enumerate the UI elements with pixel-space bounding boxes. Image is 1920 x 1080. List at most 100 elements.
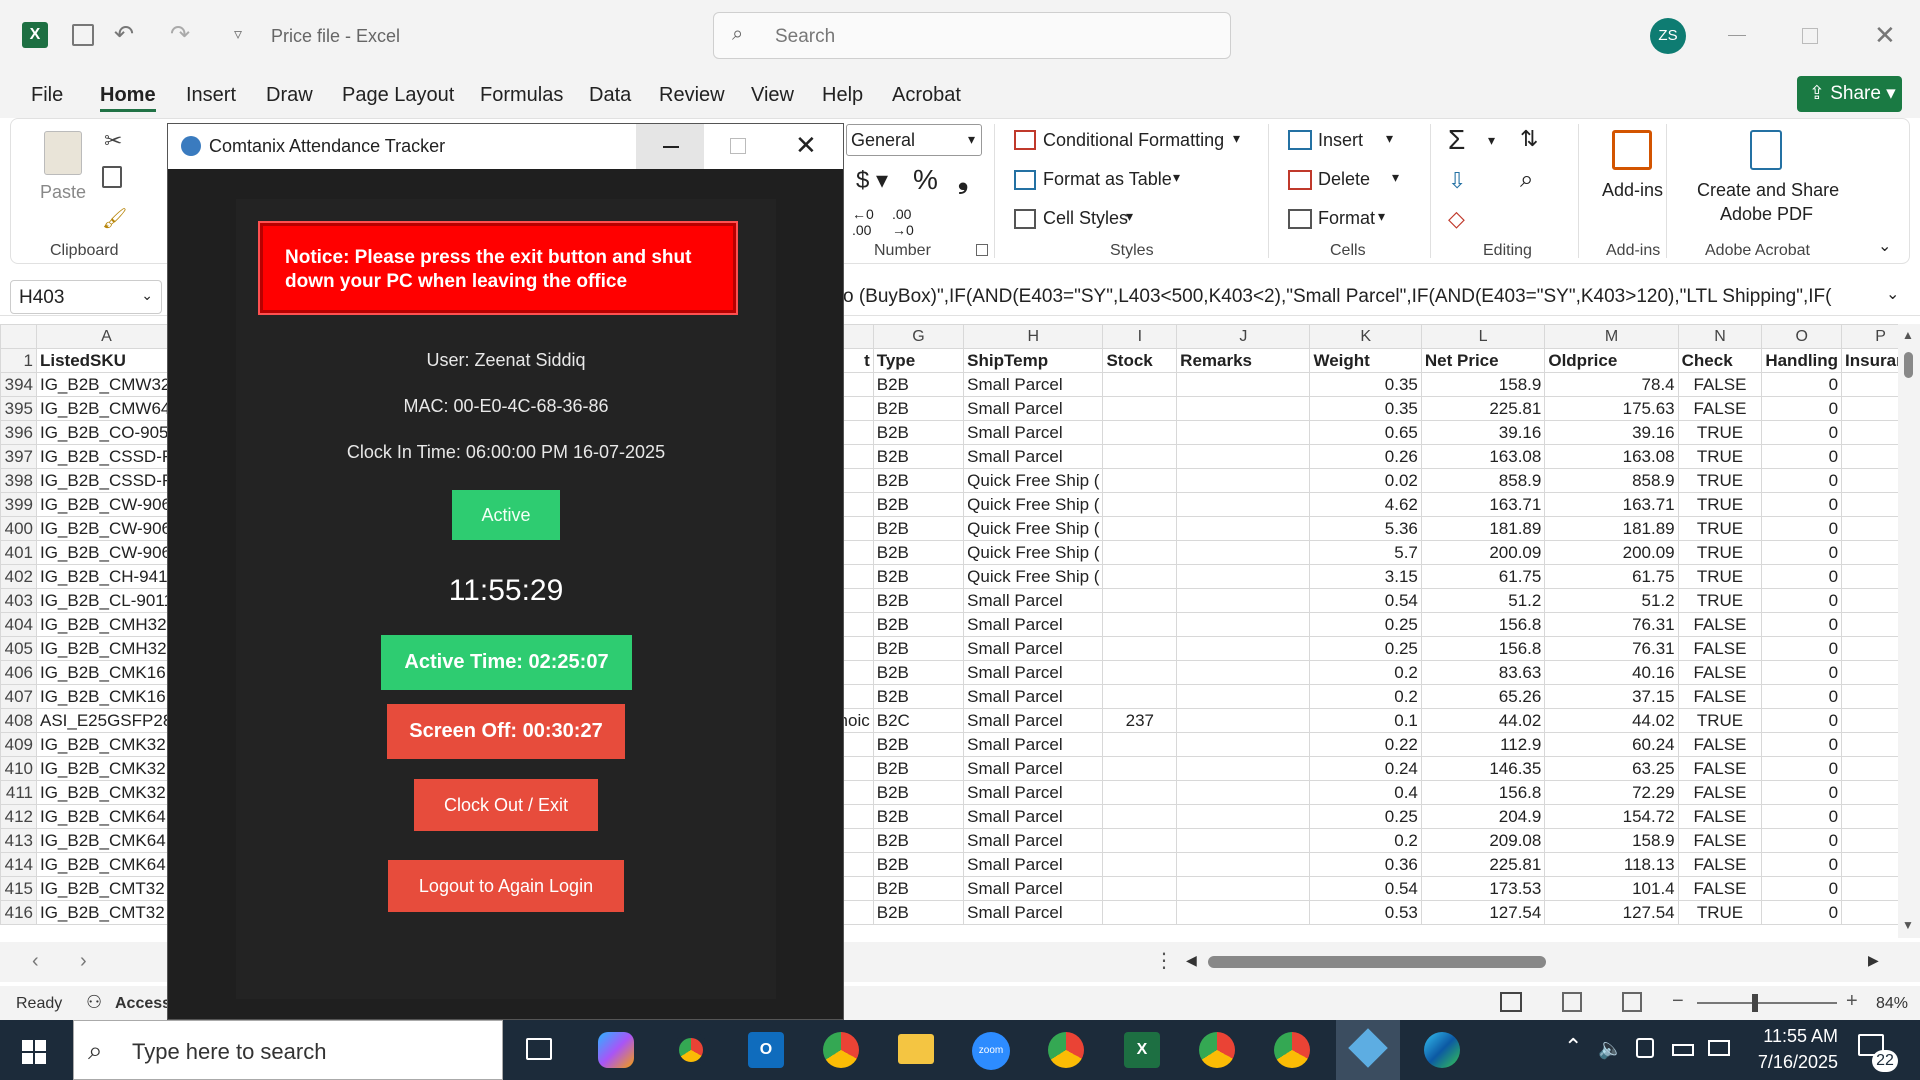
- cell-weight[interactable]: 0.2: [1309, 660, 1422, 685]
- column-header-j[interactable]: J: [1176, 324, 1311, 349]
- cell-oldprice[interactable]: 60.24: [1544, 732, 1679, 757]
- cell-handling[interactable]: 0: [1761, 444, 1843, 469]
- cell-listed-sku[interactable]: IG_B2B_CMK16: [35, 684, 177, 709]
- row-header[interactable]: 394: [0, 372, 37, 397]
- cell-remarks[interactable]: [1176, 852, 1311, 877]
- vertical-scroll-thumb[interactable]: [1904, 352, 1913, 378]
- cell-oldprice[interactable]: 163.71: [1544, 492, 1679, 517]
- scroll-right-icon[interactable]: ▶: [1868, 952, 1879, 969]
- cell-weight[interactable]: 0.36: [1309, 852, 1422, 877]
- dialog-title-bar[interactable]: Comtanix Attendance Tracker ✕: [168, 124, 843, 169]
- format-painter-icon[interactable]: 🖌: [102, 206, 127, 231]
- cell-listed-sku[interactable]: IG_B2B_CW-906: [35, 492, 177, 517]
- cell-ship-temp[interactable]: Small Parcel: [963, 804, 1104, 829]
- cell-listed-sku[interactable]: IG_B2B_CMK32: [35, 756, 177, 781]
- table-header-cell[interactable]: Stock: [1102, 348, 1178, 373]
- cell-stock[interactable]: [1102, 636, 1178, 661]
- more-options-icon[interactable]: ⋮: [1154, 948, 1174, 973]
- cell-weight[interactable]: 0.1: [1309, 708, 1422, 733]
- show-hidden-icons-icon[interactable]: ⌃: [1564, 1034, 1582, 1060]
- cell-net-price[interactable]: 146.35: [1420, 756, 1546, 781]
- accessibility-icon[interactable]: ⚇: [86, 992, 102, 1013]
- cell-handling[interactable]: 0: [1761, 396, 1843, 421]
- cell-weight[interactable]: 0.35: [1309, 372, 1422, 397]
- number-format-select[interactable]: General ▾: [846, 124, 982, 156]
- column-header-g[interactable]: G: [872, 324, 965, 349]
- cell-handling[interactable]: 0: [1761, 900, 1843, 925]
- network-icon[interactable]: [1708, 1040, 1730, 1056]
- cell-check[interactable]: FALSE: [1677, 684, 1763, 709]
- cell-oldprice[interactable]: 51.2: [1544, 588, 1679, 613]
- cell-net-price[interactable]: 173.53: [1420, 876, 1546, 901]
- add-ins-button[interactable]: Add-ins: [1602, 180, 1663, 201]
- cell-weight[interactable]: 0.25: [1309, 612, 1422, 637]
- cell-type[interactable]: B2B: [872, 468, 965, 493]
- cell-stock[interactable]: [1102, 588, 1178, 613]
- page-break-view-icon[interactable]: [1622, 992, 1642, 1012]
- cell-weight[interactable]: 0.53: [1309, 900, 1422, 925]
- comma-icon[interactable]: ❟: [958, 164, 968, 196]
- column-header-k[interactable]: K: [1309, 324, 1422, 349]
- cell-oldprice[interactable]: 101.4: [1544, 876, 1679, 901]
- close-icon[interactable]: ✕: [1874, 20, 1896, 51]
- cell-stock[interactable]: 237: [1102, 708, 1178, 733]
- cell-check[interactable]: TRUE: [1677, 468, 1763, 493]
- chrome-icon[interactable]: [1048, 1032, 1084, 1068]
- cell-remarks[interactable]: [1176, 732, 1311, 757]
- clock-out-exit-button[interactable]: Clock Out / Exit: [414, 779, 598, 831]
- cell-ship-temp[interactable]: Small Parcel: [963, 708, 1104, 733]
- cell-oldprice[interactable]: 163.08: [1544, 444, 1679, 469]
- cell-net-price[interactable]: 156.8: [1420, 612, 1546, 637]
- cell-ship-temp[interactable]: Small Parcel: [963, 780, 1104, 805]
- chrome-profile-icon[interactable]: [673, 1032, 709, 1068]
- cell-listed-sku[interactable]: IG_B2B_CMH32: [35, 636, 177, 661]
- cell-ship-temp[interactable]: Small Parcel: [963, 588, 1104, 613]
- cell-listed-sku[interactable]: IG_B2B_CO-905: [35, 420, 177, 445]
- cell-weight[interactable]: 5.36: [1309, 516, 1422, 541]
- cell-type[interactable]: B2B: [872, 876, 965, 901]
- cell-stock[interactable]: [1102, 684, 1178, 709]
- cell-oldprice[interactable]: 175.63: [1544, 396, 1679, 421]
- cell-check[interactable]: FALSE: [1677, 636, 1763, 661]
- system-clock-time[interactable]: 11:55 AM: [1746, 1026, 1838, 1047]
- cell-net-price[interactable]: 225.81: [1420, 852, 1546, 877]
- row-header[interactable]: 405: [0, 636, 37, 661]
- meet-now-icon[interactable]: [1636, 1038, 1654, 1058]
- cell-remarks[interactable]: [1176, 708, 1311, 733]
- select-all-corner[interactable]: [0, 324, 37, 349]
- zoom-slider[interactable]: [1697, 994, 1837, 1012]
- cell-net-price[interactable]: 61.75: [1420, 564, 1546, 589]
- row-header[interactable]: 404: [0, 612, 37, 637]
- cell-check[interactable]: FALSE: [1677, 732, 1763, 757]
- cell-weight[interactable]: 0.22: [1309, 732, 1422, 757]
- cell-type[interactable]: B2B: [872, 564, 965, 589]
- cell-handling[interactable]: 0: [1761, 612, 1843, 637]
- cell-oldprice[interactable]: 39.16: [1544, 420, 1679, 445]
- tab-page-layout[interactable]: Page Layout: [342, 84, 454, 107]
- create-share-pdf-button[interactable]: Create and Share: [1697, 180, 1839, 201]
- cell-net-price[interactable]: 158.9: [1420, 372, 1546, 397]
- normal-view-icon[interactable]: [1500, 992, 1522, 1012]
- row-header[interactable]: 411: [0, 780, 37, 805]
- copy-icon[interactable]: [102, 166, 122, 188]
- cell-handling[interactable]: 0: [1761, 876, 1843, 901]
- cell-type[interactable]: B2B: [872, 636, 965, 661]
- chrome-profile-icon[interactable]: [1274, 1032, 1310, 1068]
- cell-check[interactable]: FALSE: [1677, 804, 1763, 829]
- row-header[interactable]: 399: [0, 492, 37, 517]
- tab-acrobat[interactable]: Acrobat: [892, 84, 961, 107]
- decrease-decimal-icon[interactable]: .00 →0: [892, 206, 914, 238]
- row-header[interactable]: 1: [0, 348, 37, 373]
- cell-type[interactable]: B2B: [872, 756, 965, 781]
- cell-type[interactable]: B2B: [872, 540, 965, 565]
- cell-check[interactable]: FALSE: [1677, 612, 1763, 637]
- cell-remarks[interactable]: [1176, 756, 1311, 781]
- search-box[interactable]: ⌕ Search: [713, 12, 1231, 59]
- format-as-table-icon[interactable]: [1014, 170, 1036, 190]
- scroll-sheets-left-icon[interactable]: ‹: [32, 950, 39, 973]
- cell-handling[interactable]: 0: [1761, 708, 1843, 733]
- cell-handling[interactable]: 0: [1761, 492, 1843, 517]
- cell-type[interactable]: B2B: [872, 900, 965, 925]
- autosum-icon[interactable]: Σ: [1448, 124, 1465, 156]
- row-header[interactable]: 412: [0, 804, 37, 829]
